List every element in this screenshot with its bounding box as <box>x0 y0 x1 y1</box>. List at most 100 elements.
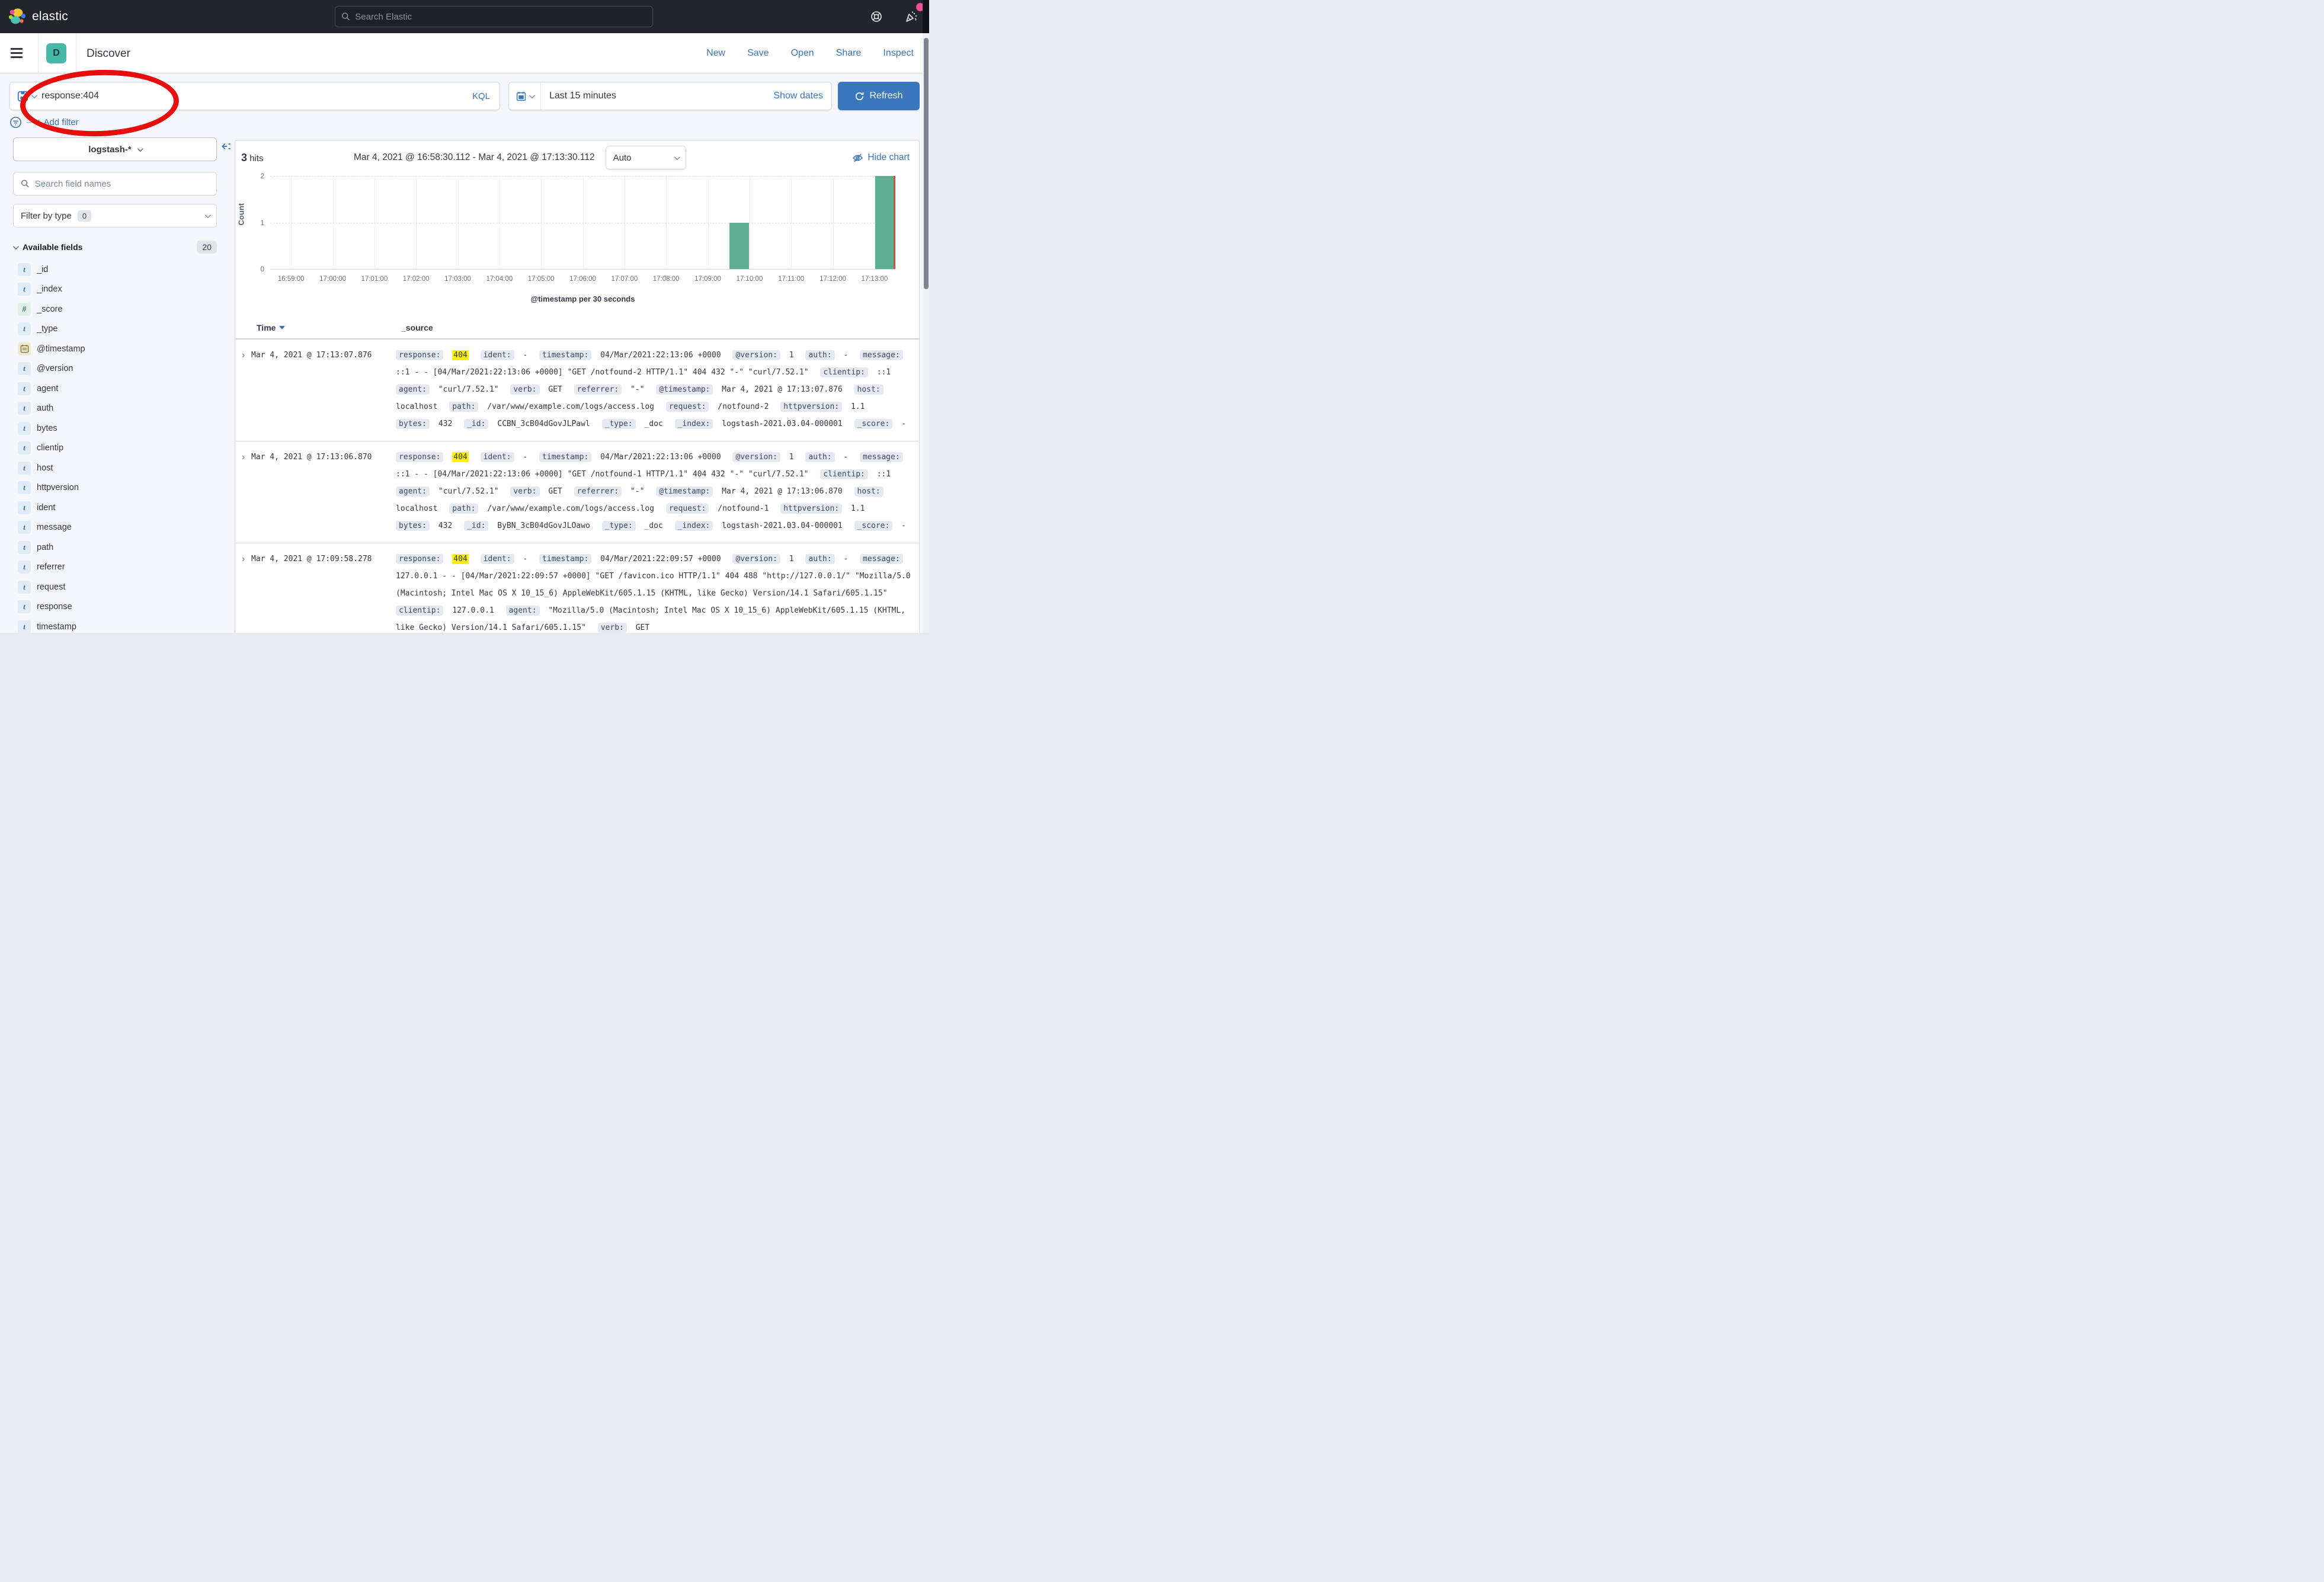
add-filter-link[interactable]: + Add filter <box>36 117 78 127</box>
field-value: ByBN_3cB04dGovJLOawo <box>497 521 590 530</box>
interval-select[interactable]: Auto <box>606 146 686 169</box>
field-item-path[interactable]: tpath <box>13 537 217 558</box>
refresh-icon <box>854 91 865 101</box>
sort-desc-icon[interactable] <box>279 326 285 329</box>
field-item-timestamp[interactable]: @timestamp <box>13 339 217 359</box>
refresh-button[interactable]: Refresh <box>838 82 920 110</box>
field-search-input[interactable] <box>35 179 209 189</box>
hits-word: hits <box>249 153 263 164</box>
field-item-bytes[interactable]: tbytes <box>13 418 217 438</box>
histogram-bar-17:13:00[interactable] <box>875 176 895 269</box>
field-pill: auth: <box>805 452 834 462</box>
field-pill: agent: <box>396 385 430 395</box>
filter-type-count-badge: 0 <box>78 210 91 222</box>
field-type-string-icon: t <box>18 462 31 475</box>
field-pill: auth: <box>805 554 834 564</box>
field-pill: _index: <box>675 521 713 531</box>
histogram-chart: Count 012 16:59:0017:00:0017:01:0017:02:… <box>235 174 919 308</box>
field-item-ident[interactable]: tident <box>13 498 217 518</box>
saved-query-menu-button[interactable] <box>10 91 41 102</box>
available-fields-count-badge: 20 <box>197 241 217 254</box>
histogram-plot[interactable]: 012 <box>270 176 895 270</box>
field-item-type[interactable]: t_type <box>13 319 217 340</box>
help-icon[interactable] <box>870 10 883 26</box>
index-pattern-selector[interactable]: logstash-* <box>13 137 217 161</box>
field-name: @version <box>37 364 73 373</box>
field-pill: clientip: <box>396 606 443 616</box>
field-type-string-icon: t <box>18 581 31 594</box>
global-search-input[interactable] <box>355 12 646 22</box>
action-inspect[interactable]: Inspect <box>883 48 914 59</box>
field-pill: _type: <box>602 521 636 531</box>
date-picker-menu-button[interactable] <box>509 82 541 110</box>
expand-row-icon[interactable]: › <box>235 550 251 633</box>
field-item-host[interactable]: thost <box>13 458 217 478</box>
time-range-value[interactable]: Last 15 minutes <box>549 91 616 101</box>
field-item-agent[interactable]: tagent <box>13 379 217 399</box>
show-dates-link[interactable]: Show dates <box>773 91 823 101</box>
query-input-box[interactable]: KQL <box>9 82 500 110</box>
action-save[interactable]: Save <box>747 48 769 59</box>
field-pill: timestamp: <box>539 350 591 360</box>
field-item-clientip[interactable]: tclientip <box>13 438 217 459</box>
field-item-response[interactable]: tresponse <box>13 597 217 617</box>
chevron-down-icon <box>137 146 143 152</box>
expand-row-icon[interactable]: › <box>235 449 251 534</box>
available-fields-label: Available fields <box>23 242 82 252</box>
field-value: localhost <box>396 402 437 411</box>
field-name: _index <box>37 284 62 294</box>
field-type-string-icon: t <box>18 620 31 633</box>
field-pill: @timestamp: <box>656 385 713 395</box>
field-item-message[interactable]: tmessage <box>13 518 217 538</box>
field-name: agent <box>37 384 58 393</box>
field-item-version[interactable]: t @version <box>13 359 217 379</box>
elastic-home-link[interactable]: elastic <box>0 8 68 25</box>
scrollbar[interactable] <box>924 38 929 289</box>
action-open[interactable]: Open <box>791 48 814 59</box>
field-item-request[interactable]: trequest <box>13 577 217 597</box>
field-pill: ident: <box>481 452 514 462</box>
field-type-string-icon: t <box>18 362 31 375</box>
action-new[interactable]: New <box>706 48 725 59</box>
field-pill: verb: <box>510 486 539 497</box>
column-time[interactable]: Time <box>257 323 401 332</box>
table-header: Time _source <box>235 316 919 340</box>
field-type-string-icon: t <box>18 561 31 574</box>
field-value: Mar 4, 2021 @ 17:13:07.876 <box>722 385 843 394</box>
x-tick: 17:13:00 <box>861 276 888 283</box>
hide-chart-link[interactable]: Hide chart <box>852 152 910 164</box>
field-value: - <box>523 351 527 360</box>
action-share[interactable]: Share <box>836 48 862 59</box>
field-item-timestamp[interactable]: ttimestamp <box>13 617 217 633</box>
chevron-down-icon <box>205 212 211 218</box>
field-item-httpversion[interactable]: thttpversion <box>13 478 217 498</box>
kibana-discover-app: elastic <box>0 0 929 633</box>
histogram-bar-17:09:30[interactable] <box>729 223 749 270</box>
field-item-referrer[interactable]: treferrer <box>13 558 217 578</box>
elastic-logo-icon <box>8 8 26 25</box>
field-pill: path: <box>449 504 478 514</box>
query-language-button[interactable]: KQL <box>463 91 500 101</box>
field-item-id[interactable]: t_id <box>13 260 217 280</box>
filter-by-type-dropdown[interactable]: Filter by type 0 <box>13 204 217 228</box>
field-pill: request: <box>666 402 709 412</box>
news-icon[interactable] <box>904 9 918 27</box>
field-search-box[interactable] <box>13 172 217 196</box>
filter-icon[interactable] <box>9 116 22 129</box>
collapse-sidebar-icon[interactable] <box>220 141 231 155</box>
query-input[interactable] <box>41 91 463 101</box>
field-name: auth <box>37 403 53 413</box>
field-pill: _score: <box>854 521 893 531</box>
field-name: _type <box>37 324 57 334</box>
available-fields-header[interactable]: Available fields 20 <box>13 241 217 254</box>
menu-icon[interactable] <box>11 48 23 58</box>
field-item-score[interactable]: #_score <box>13 299 217 319</box>
highlighted-value: 404 <box>452 350 468 360</box>
field-item-auth[interactable]: tauth <box>13 399 217 419</box>
app-header: D Discover NewSaveOpenShareInspect <box>0 33 929 73</box>
field-item-index[interactable]: t_index <box>13 280 217 300</box>
interval-value: Auto <box>613 153 632 163</box>
results-panel: 3 hits Mar 4, 2021 @ 16:58:30.112 - Mar … <box>235 140 920 633</box>
expand-row-icon[interactable]: › <box>235 347 251 433</box>
field-pill: @timestamp: <box>656 486 713 497</box>
